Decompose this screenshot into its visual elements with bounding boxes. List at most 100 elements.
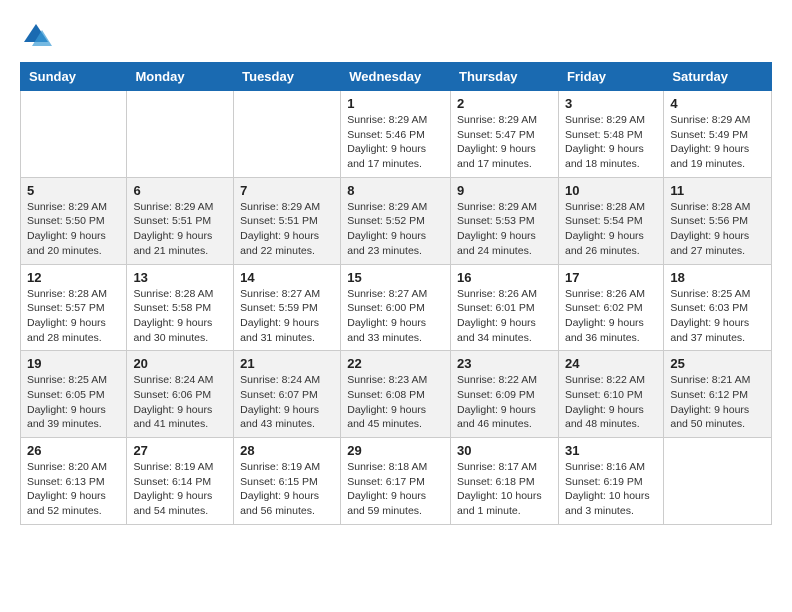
day-number: 7: [240, 183, 334, 198]
day-cell: 15Sunrise: 8:27 AM Sunset: 6:00 PM Dayli…: [341, 264, 451, 351]
day-info: Sunrise: 8:23 AM Sunset: 6:08 PM Dayligh…: [347, 373, 444, 432]
day-cell: 5 Sunrise: 8:29 AM Sunset: 5:50 PM Daylig…: [21, 177, 127, 264]
day-number: 26: [27, 443, 120, 458]
day-info: Sunrise: 8:27 AM Sunset: 5:59 PM Dayligh…: [240, 287, 334, 346]
day-cell: 12Sunrise: 8:28 AM Sunset: 5:57 PM Dayli…: [21, 264, 127, 351]
day-cell: 29 Sunrise: 8:18 AM Sunset: 6:17 PM Dayli…: [341, 438, 451, 525]
day-cell: 9 Sunrise: 8:29 AM Sunset: 5:53 PM Daylig…: [451, 177, 559, 264]
day-info: Sunrise: 8:25 AM Sunset: 6:05 PM Dayligh…: [27, 373, 120, 432]
header-monday: Monday: [127, 63, 234, 91]
day-number: 23: [457, 356, 552, 371]
header-wednesday: Wednesday: [341, 63, 451, 91]
day-cell: 18 Sunrise: 8:25 AM Sunset: 6:03 PM Dayli…: [664, 264, 772, 351]
day-cell: 24Sunrise: 8:22 AM Sunset: 6:10 PM Dayli…: [558, 351, 663, 438]
logo: [20, 20, 56, 52]
day-number: 31: [565, 443, 657, 458]
day-info: Sunrise: 8:29 AM Sunset: 5:51 PM Dayligh…: [240, 200, 334, 259]
header-thursday: Thursday: [451, 63, 559, 91]
day-info: Sunrise: 8:29 AM Sunset: 5:48 PM Dayligh…: [565, 113, 657, 172]
day-info: Sunrise: 8:22 AM Sunset: 6:09 PM Dayligh…: [457, 373, 552, 432]
day-cell: 28 Sunrise: 8:19 AM Sunset: 6:15 PM Dayli…: [234, 438, 341, 525]
day-cell: 25 Sunrise: 8:21 AM Sunset: 6:12 PM Dayli…: [664, 351, 772, 438]
header-sunday: Sunday: [21, 63, 127, 91]
calendar-table: SundayMondayTuesdayWednesdayThursdayFrid…: [20, 62, 772, 525]
day-number: 3: [565, 96, 657, 111]
day-cell: 10 Sunrise: 8:28 AM Sunset: 5:54 PM Dayli…: [558, 177, 663, 264]
day-info: Sunrise: 8:29 AM Sunset: 5:51 PM Dayligh…: [133, 200, 227, 259]
day-cell: 31 Sunrise: 8:16 AM Sunset: 6:19 PM Dayli…: [558, 438, 663, 525]
day-info: Sunrise: 8:18 AM Sunset: 6:17 PM Dayligh…: [347, 460, 444, 519]
header-tuesday: Tuesday: [234, 63, 341, 91]
day-info: Sunrise: 8:28 AM Sunset: 5:57 PM Dayligh…: [27, 287, 120, 346]
day-info: Sunrise: 8:16 AM Sunset: 6:19 PM Dayligh…: [565, 460, 657, 519]
day-number: 6: [133, 183, 227, 198]
day-cell: 17Sunrise: 8:26 AM Sunset: 6:02 PM Dayli…: [558, 264, 663, 351]
day-number: 1: [347, 96, 444, 111]
day-info: Sunrise: 8:22 AM Sunset: 6:10 PM Dayligh…: [565, 373, 657, 432]
day-info: Sunrise: 8:28 AM Sunset: 5:56 PM Dayligh…: [670, 200, 765, 259]
day-info: Sunrise: 8:19 AM Sunset: 6:14 PM Dayligh…: [133, 460, 227, 519]
day-cell: 16 Sunrise: 8:26 AM Sunset: 6:01 PM Dayli…: [451, 264, 559, 351]
day-number: 18: [670, 270, 765, 285]
day-cell: 8Sunrise: 8:29 AM Sunset: 5:52 PM Daylig…: [341, 177, 451, 264]
day-cell: 21Sunrise: 8:24 AM Sunset: 6:07 PM Dayli…: [234, 351, 341, 438]
day-number: 8: [347, 183, 444, 198]
day-info: Sunrise: 8:25 AM Sunset: 6:03 PM Dayligh…: [670, 287, 765, 346]
day-cell: 1Sunrise: 8:29 AM Sunset: 5:46 PM Daylig…: [341, 91, 451, 178]
day-info: Sunrise: 8:29 AM Sunset: 5:50 PM Dayligh…: [27, 200, 120, 259]
day-cell: 20 Sunrise: 8:24 AM Sunset: 6:06 PM Dayli…: [127, 351, 234, 438]
day-cell: 27 Sunrise: 8:19 AM Sunset: 6:14 PM Dayli…: [127, 438, 234, 525]
logo-icon: [20, 20, 52, 52]
day-info: Sunrise: 8:21 AM Sunset: 6:12 PM Dayligh…: [670, 373, 765, 432]
day-cell: 30 Sunrise: 8:17 AM Sunset: 6:18 PM Dayli…: [451, 438, 559, 525]
day-number: 22: [347, 356, 444, 371]
day-info: Sunrise: 8:29 AM Sunset: 5:53 PM Dayligh…: [457, 200, 552, 259]
day-number: 4: [670, 96, 765, 111]
day-cell: 22 Sunrise: 8:23 AM Sunset: 6:08 PM Dayli…: [341, 351, 451, 438]
day-cell: 6 Sunrise: 8:29 AM Sunset: 5:51 PM Daylig…: [127, 177, 234, 264]
day-number: 27: [133, 443, 227, 458]
day-number: 16: [457, 270, 552, 285]
day-number: 20: [133, 356, 227, 371]
day-info: Sunrise: 8:19 AM Sunset: 6:15 PM Dayligh…: [240, 460, 334, 519]
day-cell: [664, 438, 772, 525]
day-number: 29: [347, 443, 444, 458]
day-info: Sunrise: 8:27 AM Sunset: 6:00 PM Dayligh…: [347, 287, 444, 346]
day-cell: 11Sunrise: 8:28 AM Sunset: 5:56 PM Dayli…: [664, 177, 772, 264]
day-number: 10: [565, 183, 657, 198]
day-cell: [234, 91, 341, 178]
day-info: Sunrise: 8:17 AM Sunset: 6:18 PM Dayligh…: [457, 460, 552, 519]
week-row-5: 26 Sunrise: 8:20 AM Sunset: 6:13 PM Dayli…: [21, 438, 772, 525]
page-header: [20, 20, 772, 52]
day-cell: 3 Sunrise: 8:29 AM Sunset: 5:48 PM Daylig…: [558, 91, 663, 178]
day-number: 2: [457, 96, 552, 111]
day-info: Sunrise: 8:20 AM Sunset: 6:13 PM Dayligh…: [27, 460, 120, 519]
week-row-1: 1Sunrise: 8:29 AM Sunset: 5:46 PM Daylig…: [21, 91, 772, 178]
week-row-3: 12Sunrise: 8:28 AM Sunset: 5:57 PM Dayli…: [21, 264, 772, 351]
day-info: Sunrise: 8:24 AM Sunset: 6:07 PM Dayligh…: [240, 373, 334, 432]
day-number: 28: [240, 443, 334, 458]
day-number: 9: [457, 183, 552, 198]
day-number: 14: [240, 270, 334, 285]
day-cell: 7 Sunrise: 8:29 AM Sunset: 5:51 PM Daylig…: [234, 177, 341, 264]
day-info: Sunrise: 8:26 AM Sunset: 6:01 PM Dayligh…: [457, 287, 552, 346]
day-cell: 2 Sunrise: 8:29 AM Sunset: 5:47 PM Daylig…: [451, 91, 559, 178]
day-info: Sunrise: 8:29 AM Sunset: 5:49 PM Dayligh…: [670, 113, 765, 172]
day-cell: 13Sunrise: 8:28 AM Sunset: 5:58 PM Dayli…: [127, 264, 234, 351]
day-cell: 14 Sunrise: 8:27 AM Sunset: 5:59 PM Dayli…: [234, 264, 341, 351]
day-info: Sunrise: 8:28 AM Sunset: 5:58 PM Dayligh…: [133, 287, 227, 346]
day-info: Sunrise: 8:29 AM Sunset: 5:47 PM Dayligh…: [457, 113, 552, 172]
week-row-4: 19Sunrise: 8:25 AM Sunset: 6:05 PM Dayli…: [21, 351, 772, 438]
header-row: SundayMondayTuesdayWednesdayThursdayFrid…: [21, 63, 772, 91]
day-info: Sunrise: 8:28 AM Sunset: 5:54 PM Dayligh…: [565, 200, 657, 259]
day-info: Sunrise: 8:26 AM Sunset: 6:02 PM Dayligh…: [565, 287, 657, 346]
day-cell: [21, 91, 127, 178]
day-cell: 23 Sunrise: 8:22 AM Sunset: 6:09 PM Dayli…: [451, 351, 559, 438]
day-number: 5: [27, 183, 120, 198]
day-number: 25: [670, 356, 765, 371]
header-saturday: Saturday: [664, 63, 772, 91]
day-info: Sunrise: 8:24 AM Sunset: 6:06 PM Dayligh…: [133, 373, 227, 432]
header-friday: Friday: [558, 63, 663, 91]
day-cell: 26 Sunrise: 8:20 AM Sunset: 6:13 PM Dayli…: [21, 438, 127, 525]
day-number: 30: [457, 443, 552, 458]
